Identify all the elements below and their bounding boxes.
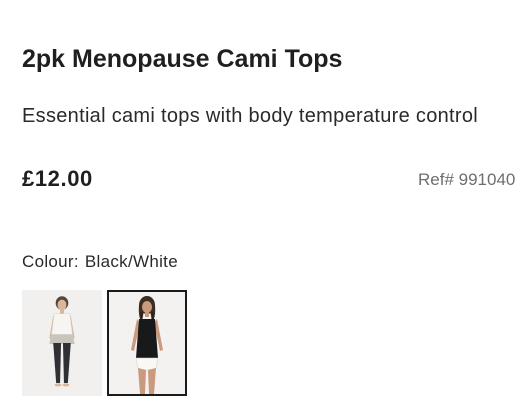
model-white-cami-image [23,291,101,395]
price-row: £12.00 Ref# 991040 [22,165,525,195]
product-subtitle: Essential cami tops with body temperatur… [22,105,479,127]
product-title: 2pk Menopause Cami Tops [22,45,343,73]
colour-selector-label: Colour: Black/White [22,251,178,273]
colour-label: Colour: [22,252,79,271]
colour-selected-value: Black/White [84,252,178,271]
colour-swatch-black[interactable] [107,290,187,396]
product-reference: Ref# 991040 [418,170,516,189]
model-black-cami-image [109,292,185,394]
colour-swatch-white[interactable] [22,290,102,396]
product-price: £12.00 [22,166,93,191]
product-detail-panel: 2pk Menopause Cami Tops Essential cami t… [0,0,525,413]
